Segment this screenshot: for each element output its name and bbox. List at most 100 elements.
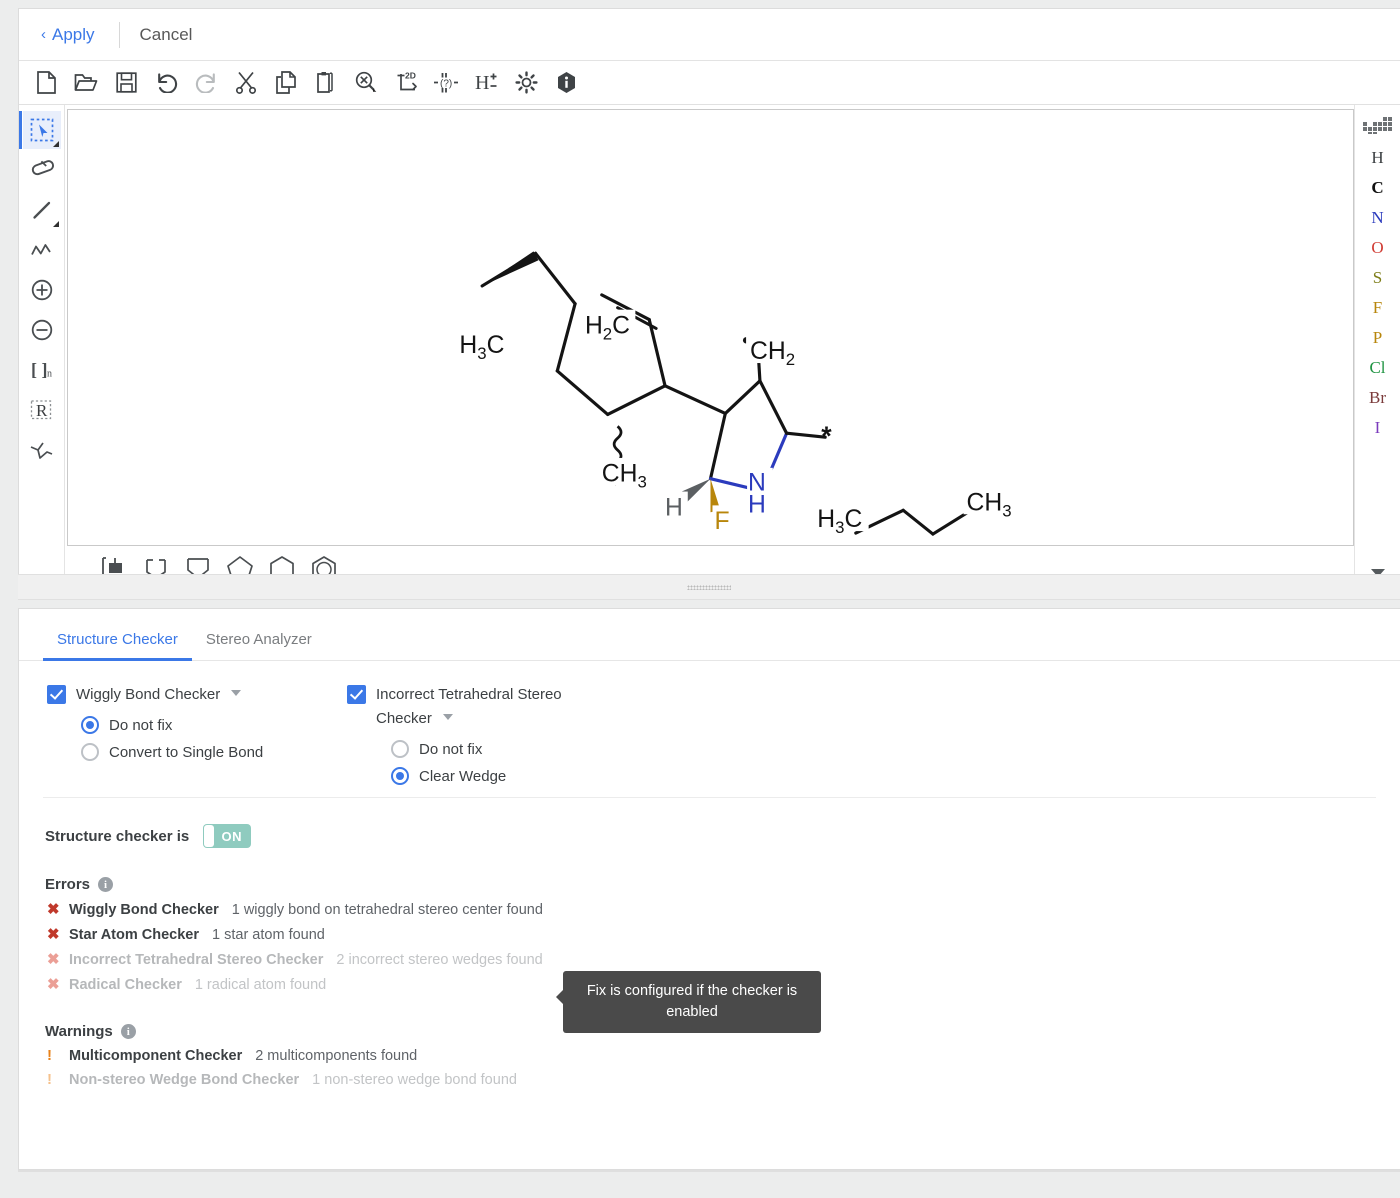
wiggly-bond-checker-chevron-down-icon[interactable] [231, 690, 241, 696]
tetrahedral-do-not-fix-option[interactable]: Do not fix [391, 740, 767, 758]
attachment-point-tool[interactable] [23, 431, 61, 469]
settings-gear-icon[interactable] [509, 66, 543, 100]
element-rail: H C N O S F P Cl Br I [1354, 105, 1400, 591]
element-button-c[interactable]: C [1359, 173, 1397, 203]
element-button-p[interactable]: P [1359, 323, 1397, 353]
error-row-wiggly-bond[interactable]: ✖ Wiggly Bond Checker 1 wiggly bond on t… [19, 893, 1400, 918]
element-button-h[interactable]: H [1359, 143, 1397, 173]
warning-name-multicomponent: Multicomponent Checker [69, 1048, 242, 1064]
element-button-br[interactable]: Br [1359, 383, 1397, 413]
element-button-i[interactable]: I [1359, 413, 1397, 443]
undo-icon[interactable] [149, 66, 183, 100]
decrease-charge-tool[interactable] [23, 311, 61, 349]
atom-label-nh-hydrogen: H [748, 491, 766, 518]
add-remove-hydrogens-icon[interactable]: H [469, 66, 503, 100]
warning-row-multicomponent[interactable]: ! Multicomponent Checker 2 multicomponen… [19, 1040, 1400, 1064]
tab-stereo-analyzer-label: Stereo Analyzer [206, 631, 312, 648]
warning-desc-non-stereo-wedge-bond: 1 non-stereo wedge bond found [312, 1072, 517, 1088]
single-bond-tool-submenu-icon[interactable] [53, 221, 59, 227]
wiggly-bond-checker-checkbox[interactable] [47, 685, 66, 704]
wiggly-convert-single-bond-radio[interactable] [81, 743, 99, 761]
cancel-button[interactable]: Cancel [128, 21, 205, 49]
element-label-cl: Cl [1369, 358, 1385, 378]
increase-charge-tool[interactable] [23, 271, 61, 309]
element-label-n: N [1371, 208, 1383, 228]
cut-scissors-icon[interactable] [229, 66, 263, 100]
element-label-c: C [1371, 178, 1383, 198]
errors-title-label: Errors [45, 876, 90, 893]
tetrahedral-clear-wedge-option[interactable]: Clear Wedge [391, 767, 767, 785]
wiggly-convert-single-bond-option[interactable]: Convert to Single Bond [81, 743, 347, 761]
wiggly-do-not-fix-option[interactable]: Do not fix [81, 716, 347, 734]
periodic-table-icon[interactable] [1363, 109, 1393, 143]
page-bottom-edge [18, 1170, 1400, 1172]
error-name-radical: Radical Checker [69, 977, 182, 993]
incorrect-tetrahedral-stereo-checker-config: Incorrect Tetrahedral Stereo Checker Do … [347, 683, 767, 785]
repeating-unit-tool[interactable]: [ ]n [23, 351, 61, 389]
warning-row-non-stereo-wedge-bond[interactable]: ! Non-stereo Wedge Bond Checker 1 non-st… [19, 1064, 1400, 1088]
structure-editor-window: ‹ Apply Cancel [18, 8, 1400, 590]
error-desc-incorrect-tetrahedral-stereo: 2 incorrect stereo wedges found [336, 952, 542, 968]
redo-icon[interactable] [189, 66, 223, 100]
error-cross-icon: ✖ [47, 950, 60, 968]
error-row-incorrect-tetrahedral-stereo[interactable]: ✖ Incorrect Tetrahedral Stereo Checker 2… [19, 943, 1400, 968]
left-tool-rail: [ ]n R [19, 105, 65, 591]
element-button-n[interactable]: N [1359, 203, 1397, 233]
single-bond-tool[interactable] [23, 191, 61, 229]
save-icon[interactable] [109, 66, 143, 100]
element-button-s[interactable]: S [1359, 263, 1397, 293]
warning-name-non-stereo-wedge-bond: Non-stereo Wedge Bond Checker [69, 1072, 299, 1088]
svg-text:n: n [47, 369, 52, 380]
editor-body: [ ]n R [19, 105, 1400, 591]
toggle-state-text: ON [203, 829, 251, 844]
warning-exclamation-icon: ! [47, 1071, 60, 1088]
warnings-info-icon[interactable]: i [121, 1024, 136, 1039]
paste-icon[interactable] [309, 66, 343, 100]
tetrahedral-do-not-fix-label: Do not fix [419, 741, 482, 758]
eraser-tool[interactable] [23, 151, 61, 189]
element-label-s: S [1373, 268, 1382, 288]
incorrect-tetrahedral-checker-chevron-down-icon[interactable] [443, 714, 453, 720]
incorrect-tetrahedral-checker-header: Incorrect Tetrahedral Stereo Checker [347, 683, 767, 731]
panel-splitter[interactable] [18, 574, 1400, 600]
element-label-o: O [1371, 238, 1383, 258]
selection-tool[interactable] [23, 111, 61, 149]
errors-info-icon[interactable]: i [98, 877, 113, 892]
svg-text:2D: 2D [405, 71, 416, 81]
open-folder-icon[interactable] [69, 66, 103, 100]
error-cross-icon: ✖ [47, 925, 60, 943]
element-label-i: I [1375, 418, 1381, 438]
wiggly-do-not-fix-label: Do not fix [109, 717, 172, 734]
query-bond-icon[interactable]: (?) [429, 66, 463, 100]
element-button-o[interactable]: O [1359, 233, 1397, 263]
error-name-wiggly-bond: Wiggly Bond Checker [69, 902, 219, 918]
copy-icon[interactable] [269, 66, 303, 100]
element-button-cl[interactable]: Cl [1359, 353, 1397, 383]
structure-checker-toggle[interactable]: ON [203, 824, 251, 848]
error-row-star-atom[interactable]: ✖ Star Atom Checker 1 star atom found [19, 918, 1400, 943]
checker-config-section: Wiggly Bond Checker Do not fix Convert t… [43, 661, 1376, 798]
checker-tooltip: Fix is configured if the checker is enab… [563, 971, 821, 1033]
tetrahedral-do-not-fix-radio[interactable] [391, 740, 409, 758]
tetrahedral-clear-wedge-radio[interactable] [391, 767, 409, 785]
tab-structure-checker[interactable]: Structure Checker [43, 623, 192, 660]
incorrect-tetrahedral-checker-checkbox[interactable] [347, 685, 366, 704]
clean-2d-icon[interactable]: 2D [389, 66, 423, 100]
new-file-icon[interactable] [29, 66, 63, 100]
tetrahedral-clear-wedge-label: Clear Wedge [419, 768, 506, 785]
clean-structure-icon[interactable] [349, 66, 383, 100]
apply-button[interactable]: ‹ Apply [37, 21, 105, 49]
about-info-icon[interactable] [549, 66, 583, 100]
selection-tool-submenu-icon[interactable] [53, 141, 59, 147]
molecule-canvas[interactable]: * H3C H2C CH3 CH2 H3C [67, 109, 1354, 546]
element-button-f[interactable]: F [1359, 293, 1397, 323]
tab-stereo-analyzer[interactable]: Stereo Analyzer [192, 623, 326, 660]
splitter-grip-icon [687, 585, 731, 590]
star-atom-label: * [821, 421, 832, 451]
r-group-tool[interactable]: R [23, 391, 61, 429]
chain-tool[interactable] [23, 231, 61, 269]
wiggly-do-not-fix-radio[interactable] [81, 716, 99, 734]
svg-text:(?): (?) [440, 79, 452, 90]
element-label-br: Br [1369, 388, 1386, 408]
element-label-f: F [1373, 298, 1382, 318]
